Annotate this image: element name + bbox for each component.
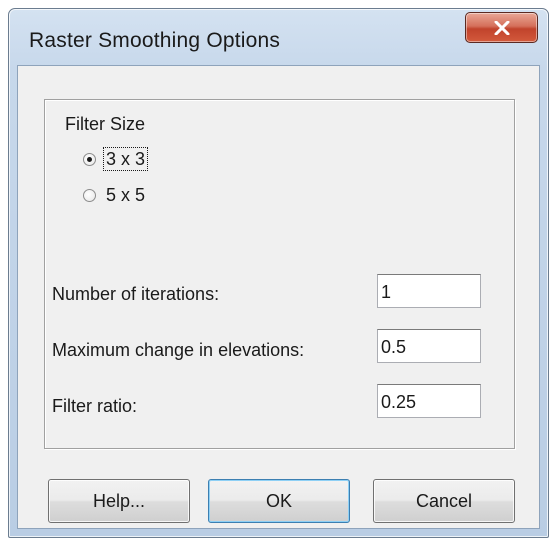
radio-5x5[interactable]: 5 x 5 xyxy=(83,184,147,206)
iterations-input[interactable] xyxy=(377,274,481,308)
close-x-icon xyxy=(494,20,509,35)
help-button[interactable]: Help... xyxy=(48,479,190,523)
cancel-button[interactable]: Cancel xyxy=(373,479,515,523)
radio-5x5-indicator[interactable] xyxy=(83,188,96,202)
max-change-input[interactable] xyxy=(377,329,481,363)
radio-5x5-label: 5 x 5 xyxy=(106,185,146,205)
iterations-label: Number of iterations: xyxy=(52,284,220,304)
ok-button[interactable]: OK xyxy=(208,479,350,523)
filter-size-label: Filter Size xyxy=(65,114,146,134)
dialog-client-area: Filter Size 3 x 3 5 x 5 Number of iterat… xyxy=(17,65,540,529)
raster-smoothing-dialog: Raster Smoothing Options Filter Size 3 x… xyxy=(8,8,549,538)
filter-ratio-input[interactable] xyxy=(377,384,481,418)
radio-3x3-label: 3 x 3 xyxy=(102,147,149,171)
radio-3x3-indicator[interactable] xyxy=(83,152,96,166)
max-change-label: Maximum change in elevations: xyxy=(52,340,305,360)
close-button[interactable] xyxy=(465,12,538,43)
title-bar[interactable]: Raster Smoothing Options xyxy=(9,9,548,65)
options-group: Filter Size 3 x 3 5 x 5 Number of iterat… xyxy=(44,99,515,449)
dialog-title: Raster Smoothing Options xyxy=(29,29,281,52)
radio-3x3[interactable]: 3 x 3 xyxy=(83,147,149,171)
filter-ratio-label: Filter ratio: xyxy=(52,396,138,416)
